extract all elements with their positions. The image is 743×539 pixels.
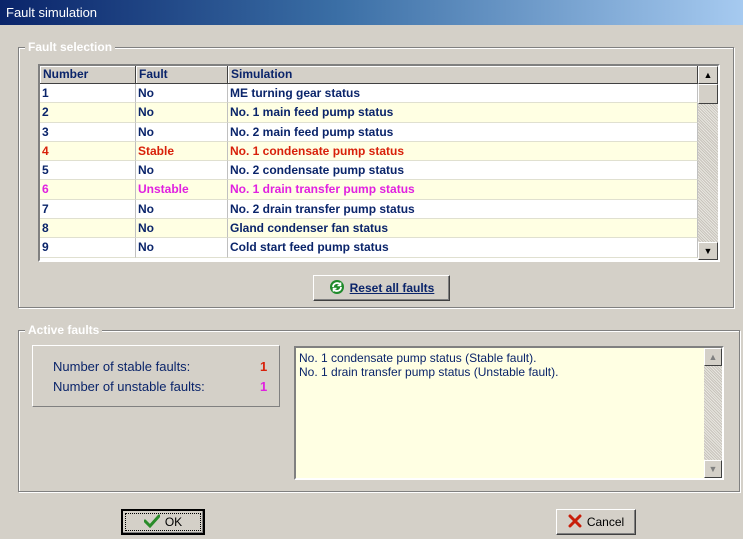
scroll-up-button[interactable]: ▲: [698, 66, 718, 84]
table-row[interactable]: 6 Unstable No. 1 drain transfer pump statu…: [40, 180, 698, 200]
cancel-button[interactable]: Cancel: [556, 509, 636, 535]
stable-count-value: 1: [260, 359, 268, 374]
table-body: 1 No ME turning gear status 2 No No. 1 main f…: [40, 84, 698, 258]
cell-number: 9: [40, 238, 136, 258]
scroll-down-button[interactable]: ▼: [698, 242, 718, 260]
scroll-thumb[interactable]: [698, 84, 718, 104]
reset-label: Reset all faults: [349, 281, 435, 295]
fault-selection-label: Fault selection: [25, 40, 116, 54]
ok-label: OK: [164, 515, 183, 529]
cell-fault: Unstable: [136, 180, 228, 200]
cell-number: 2: [40, 103, 136, 123]
cell-fault: No: [136, 238, 228, 258]
refresh-icon: [329, 279, 345, 298]
x-icon: [568, 514, 582, 531]
fault-table: Number Fault Simulation 1 No ME turning ge…: [38, 64, 720, 262]
table-row[interactable]: 2 No No. 1 main feed pump status: [40, 103, 698, 123]
textbox-scrollbar[interactable]: ▲ ▼: [704, 348, 722, 478]
cell-simulation: No. 1 drain transfer pump status: [228, 180, 698, 200]
unstable-count-label: Number of unstable faults:: [53, 379, 205, 394]
unstable-count-value: 1: [260, 379, 268, 394]
cell-fault: No: [136, 103, 228, 123]
table-row[interactable]: 1 No ME turning gear status: [40, 84, 698, 104]
textbox-scroll-up-button[interactable]: ▲: [704, 348, 722, 366]
ok-button[interactable]: OK: [121, 509, 205, 535]
active-fault-line: No. 1 condensate pump status (Stable fau…: [299, 351, 537, 365]
cell-simulation: No. 1 condensate pump status: [228, 141, 698, 162]
cell-fault: No: [136, 161, 228, 181]
cell-fault: No: [136, 84, 228, 104]
column-header-simulation[interactable]: Simulation: [228, 66, 698, 84]
cell-simulation: Gland condenser fan status: [228, 219, 698, 239]
table-scrollbar[interactable]: ▲ ▼: [698, 66, 718, 260]
table-row[interactable]: 9 No Cold start feed pump status: [40, 238, 698, 258]
cell-fault: Stable: [136, 141, 228, 162]
cell-fault: No: [136, 122, 228, 142]
cell-simulation: Cold start feed pump status: [228, 238, 698, 258]
cell-simulation: No. 2 condensate pump status: [228, 161, 698, 181]
cell-number: 8: [40, 219, 136, 239]
active-faults-textbox[interactable]: No. 1 condensate pump status (Stable fau…: [294, 346, 724, 480]
reset-all-faults-button[interactable]: Reset all faults: [313, 275, 450, 301]
cancel-label: Cancel: [586, 515, 625, 529]
active-fault-line: No. 1 drain transfer pump status (Unstab…: [299, 365, 559, 379]
checkmark-icon: [143, 514, 161, 531]
cell-simulation: No. 2 main feed pump status: [228, 122, 698, 142]
fault-counts-panel: Number of stable faults: 1 Number of uns…: [32, 345, 280, 407]
cell-number: 6: [40, 180, 136, 200]
table-row[interactable]: 8 No Gland condenser fan status: [40, 219, 698, 239]
table-row[interactable]: 3 No No. 2 main feed pump status: [40, 122, 698, 142]
cell-number: 5: [40, 161, 136, 181]
table-row[interactable]: 4 Stable No. 1 condensate pump status: [40, 141, 698, 162]
cell-number: 7: [40, 199, 136, 220]
column-header-fault[interactable]: Fault: [136, 66, 228, 84]
cell-fault: No: [136, 219, 228, 239]
textbox-scroll-down-button[interactable]: ▼: [704, 460, 722, 478]
cell-number: 1: [40, 84, 136, 104]
cell-number: 4: [40, 141, 136, 162]
title-bar: Fault simulation: [0, 0, 743, 25]
cell-simulation: No. 1 main feed pump status: [228, 103, 698, 123]
active-faults-label: Active faults: [25, 323, 103, 337]
cell-fault: No: [136, 199, 228, 220]
cell-number: 3: [40, 122, 136, 142]
table-row[interactable]: 5 No No. 2 condensate pump status: [40, 161, 698, 181]
cell-simulation: ME turning gear status: [228, 84, 698, 104]
window-title: Fault simulation: [6, 5, 98, 20]
table-row[interactable]: 7 No No. 2 drain transfer pump status: [40, 199, 698, 220]
stable-count-label: Number of stable faults:: [53, 359, 191, 374]
cell-simulation: No. 2 drain transfer pump status: [228, 199, 698, 220]
column-header-number[interactable]: Number: [40, 66, 136, 84]
table-header: Number Fault Simulation: [40, 66, 698, 84]
